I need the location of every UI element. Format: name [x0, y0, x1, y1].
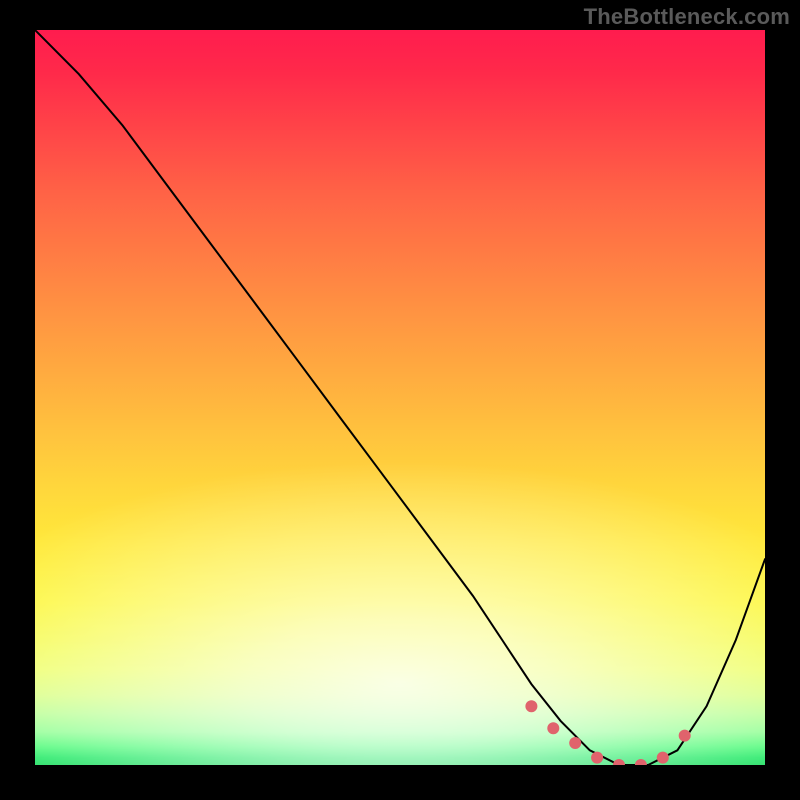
chart-gradient-background: [35, 30, 765, 765]
watermark-text: TheBottleneck.com: [584, 4, 790, 30]
chart-frame: TheBottleneck.com: [0, 0, 800, 800]
